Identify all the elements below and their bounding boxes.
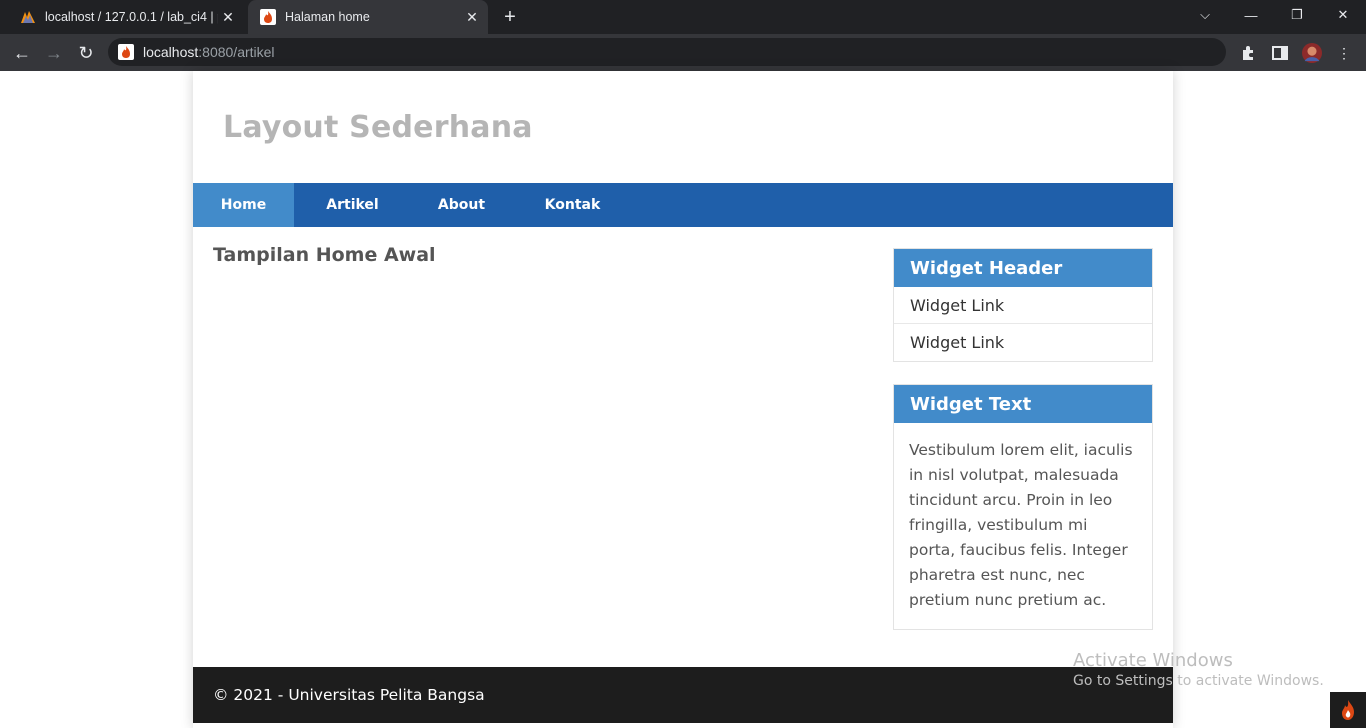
site-footer: © 2021 - Universitas Pelita Bangsa <box>193 667 1173 723</box>
close-window-icon[interactable]: ✕ <box>1320 0 1366 30</box>
tab-search-chevron-icon[interactable]: ⌵ <box>1182 0 1228 30</box>
watermark-subtitle: Go to Settings to activate Windows. <box>1073 673 1324 689</box>
close-tab-icon[interactable]: ✕ <box>218 7 238 27</box>
phpmyadmin-icon <box>20 9 36 25</box>
browser-tab-phpmyadmin[interactable]: localhost / 127.0.0.1 / lab_ci4 | ph ✕ <box>8 0 244 34</box>
more-menu-icon[interactable]: ⋮ <box>1334 43 1354 63</box>
widget-links: Widget Header Widget Link Widget Link <box>893 248 1153 362</box>
codeigniter-debug-toolbar-icon[interactable] <box>1330 692 1366 728</box>
minimize-icon[interactable]: — <box>1228 0 1274 30</box>
address-bar[interactable]: localhost:8080/artikel <box>108 38 1226 66</box>
nav-link-about[interactable]: About <box>411 183 512 227</box>
watermark-title: Activate Windows <box>1073 650 1233 671</box>
restore-icon[interactable]: ❐ <box>1274 0 1320 30</box>
url-path: :8080/artikel <box>198 44 275 60</box>
close-tab-icon[interactable]: ✕ <box>462 7 482 27</box>
widget-body-text: Vestibulum lorem elit, iaculis in nisl v… <box>909 441 1133 609</box>
web-page: Layout Sederhana Home Artikel About Kont… <box>0 71 1366 728</box>
extensions-puzzle-icon[interactable] <box>1238 43 1258 63</box>
reload-icon[interactable]: ↻ <box>72 39 100 67</box>
nav-link-home[interactable]: Home <box>193 183 294 227</box>
profile-avatar[interactable] <box>1302 43 1322 63</box>
widget-link[interactable]: Widget Link <box>894 324 1152 361</box>
new-tab-icon[interactable]: + <box>498 5 522 29</box>
nav-link-kontak[interactable]: Kontak <box>512 183 633 227</box>
codeigniter-icon <box>260 9 276 25</box>
page-container: Layout Sederhana Home Artikel About Kont… <box>193 71 1173 728</box>
site-header: Layout Sederhana <box>193 71 1173 183</box>
main-nav: Home Artikel About Kontak <box>193 183 1173 227</box>
footer-copyright: © 2021 - Universitas Pelita Bangsa <box>213 686 485 704</box>
site-title: Layout Sederhana <box>223 109 533 145</box>
forward-arrow-icon[interactable]: → <box>40 39 68 67</box>
widget-link[interactable]: Widget Link <box>894 287 1152 324</box>
back-arrow-icon[interactable]: ← <box>8 39 36 67</box>
browser-toolbar: ← → ↻ localhost:8080/artikel ⋮ <box>0 34 1366 71</box>
widget-header: Widget Header <box>894 249 1152 287</box>
url-host: localhost <box>143 44 199 60</box>
nav-link-artikel[interactable]: Artikel <box>294 183 411 227</box>
codeigniter-icon <box>118 44 134 60</box>
sidebar: Widget Header Widget Link Widget Link Wi… <box>893 248 1153 652</box>
tab-title: Halaman home <box>285 10 370 24</box>
widget-text: Widget Text Vestibulum lorem elit, iacul… <box>893 384 1153 630</box>
main-heading: Tampilan Home Awal <box>213 244 436 266</box>
browser-tab-halaman-home[interactable]: Halaman home ✕ <box>248 0 488 34</box>
widget-header: Widget Text <box>894 385 1152 423</box>
tab-title: localhost / 127.0.0.1 / lab_ci4 | ph <box>45 10 218 24</box>
side-panel-icon[interactable] <box>1270 43 1290 63</box>
content-area: Tampilan Home Awal Widget Header Widget … <box>193 227 1173 667</box>
main-content: Tampilan Home Awal <box>213 244 436 266</box>
browser-tab-strip: localhost / 127.0.0.1 / lab_ci4 | ph ✕ H… <box>0 0 1366 34</box>
windows-activation-watermark: Activate Windows Go to Settings to activ… <box>1073 650 1324 689</box>
